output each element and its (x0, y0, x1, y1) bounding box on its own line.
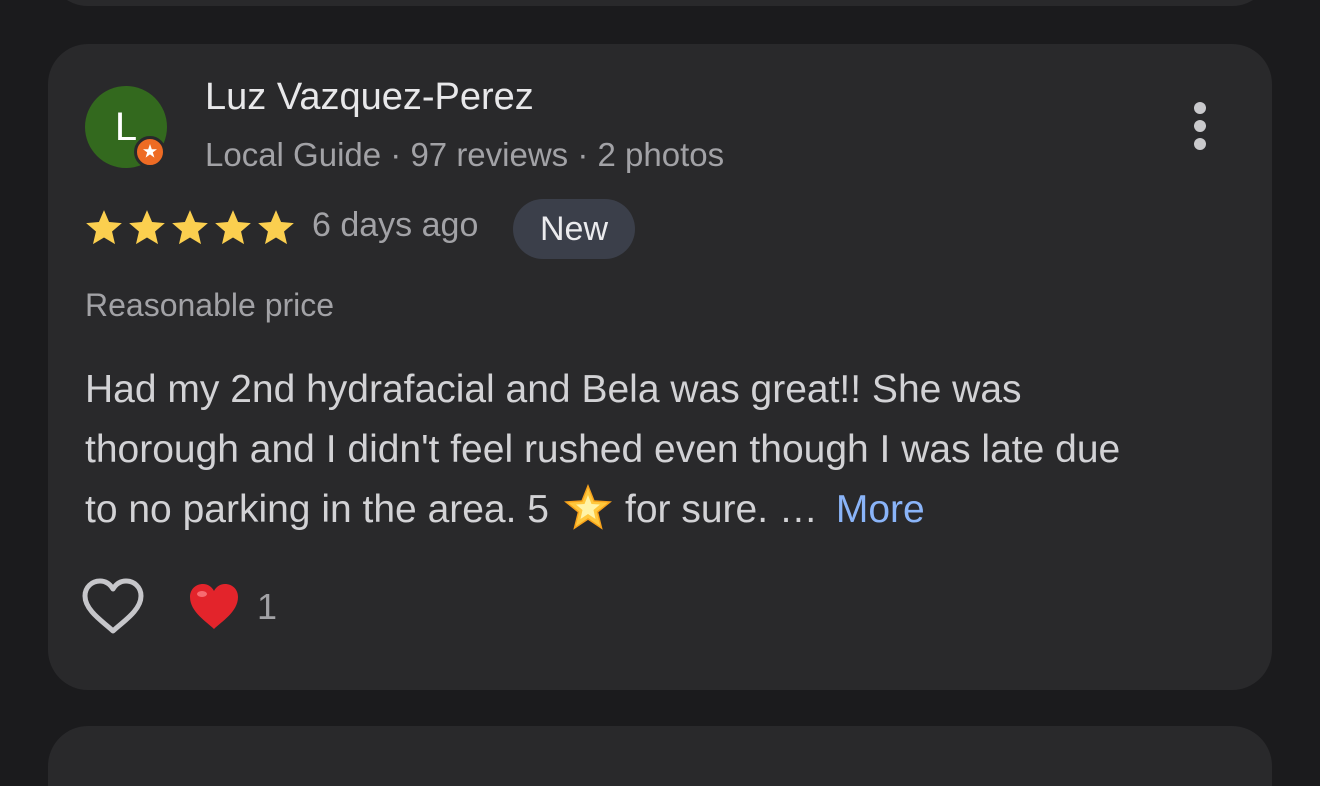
previous-review-card (48, 0, 1272, 6)
star-icon (86, 210, 122, 245)
price-note: Reasonable price (85, 287, 335, 323)
review-card: L Luz Vazquez-Perez Local Guide · 97 rev… (48, 44, 1272, 690)
review-text-segment: to no parking in the area. 5 (85, 488, 549, 531)
review-text-line: Had my 2nd hydrafacial and Bela was grea… (85, 368, 1022, 411)
reviewer-name[interactable]: Luz Vazquez-Perez (205, 76, 534, 119)
star-icon (129, 210, 165, 245)
review-text-segment: for sure. … (624, 488, 818, 531)
star-rating (83, 207, 297, 249)
next-review-card (48, 726, 1272, 786)
review-text-line: thorough and I didn't feel rushed even t… (85, 428, 1121, 471)
star-icon (215, 210, 251, 245)
new-badge: New (513, 199, 635, 259)
glowing-star-icon (563, 484, 612, 530)
reaction-count: 1 (257, 586, 278, 627)
heart-outline-icon[interactable] (81, 578, 145, 636)
more-options-icon[interactable] (1178, 96, 1222, 156)
review-text: Had my 2nd hydrafacial and Bela was grea… (85, 360, 1245, 540)
star-icon (258, 210, 294, 245)
star-icon (172, 210, 208, 245)
red-heart-icon[interactable] (188, 582, 240, 632)
local-guide-badge-icon (134, 136, 166, 168)
reviewer-meta: Local Guide · 97 reviews · 2 photos (205, 136, 725, 173)
review-text-line: to no parking in the area. 5 for sure. …… (85, 480, 1245, 540)
more-link[interactable]: More (836, 488, 925, 531)
review-date: 6 days ago (312, 206, 479, 244)
